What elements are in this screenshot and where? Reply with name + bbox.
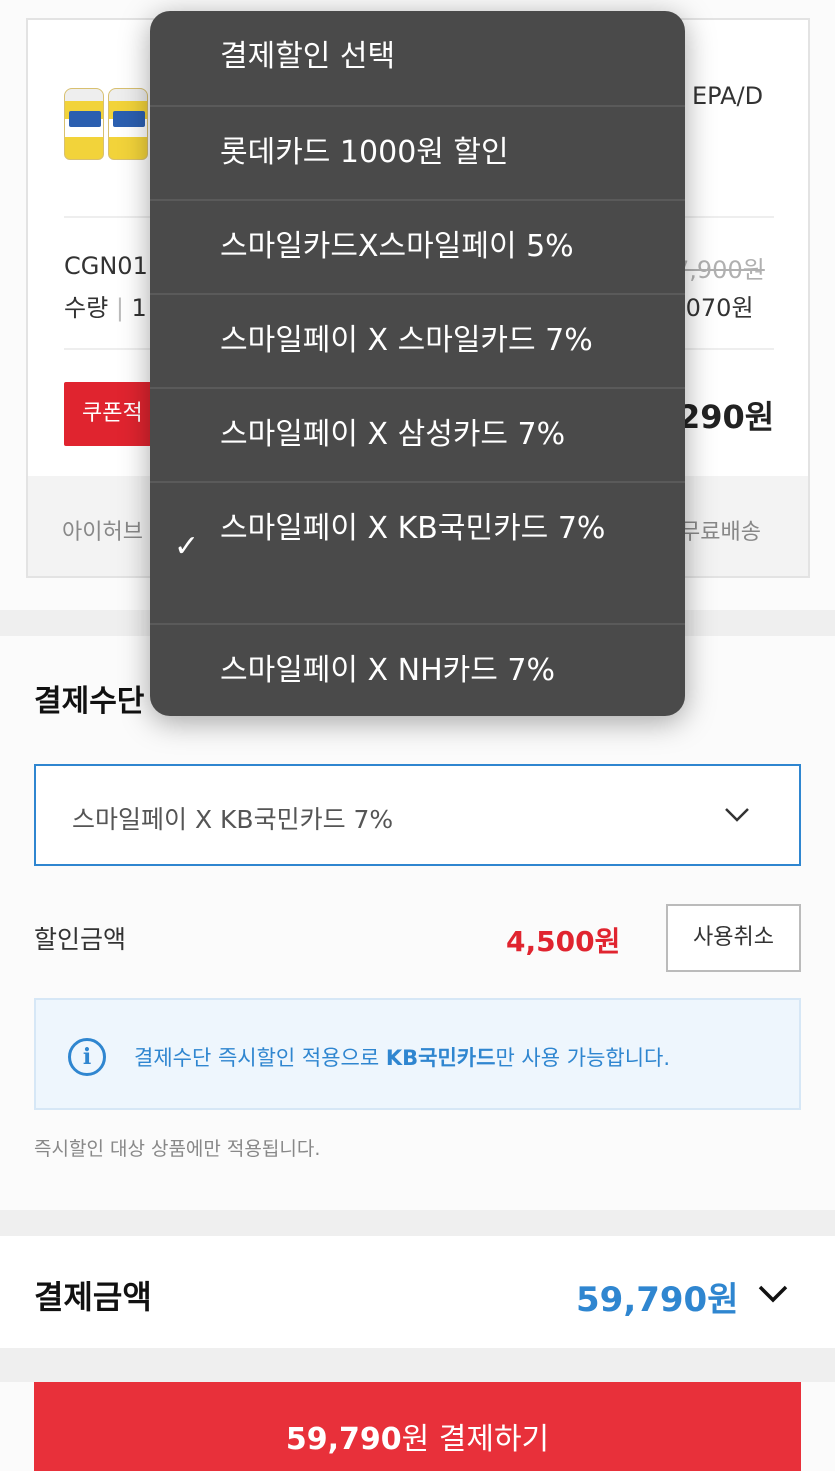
menu-option-2[interactable]: 스마일카드X스마일페이 5% [150,199,685,293]
menu-option-4[interactable]: 스마일페이 X 삼성카드 7% [150,387,685,481]
discount-options-menu: 결제할인 선택 롯데카드 1000원 할인 스마일카드X스마일페이 5% 스마일… [150,11,685,716]
checkmark-icon: ✓ [174,529,200,564]
menu-option-6[interactable]: 스마일페이 X NH카드 7% [150,623,685,716]
menu-option-0[interactable]: 결제할인 선택 [150,11,685,105]
menu-option-1[interactable]: 롯데카드 1000원 할인 [150,105,685,199]
menu-option-5-selected[interactable]: ✓ 스마일페이 X KB국민카드 7% [150,481,685,623]
menu-option-3[interactable]: 스마일페이 X 스마일카드 7% [150,293,685,387]
